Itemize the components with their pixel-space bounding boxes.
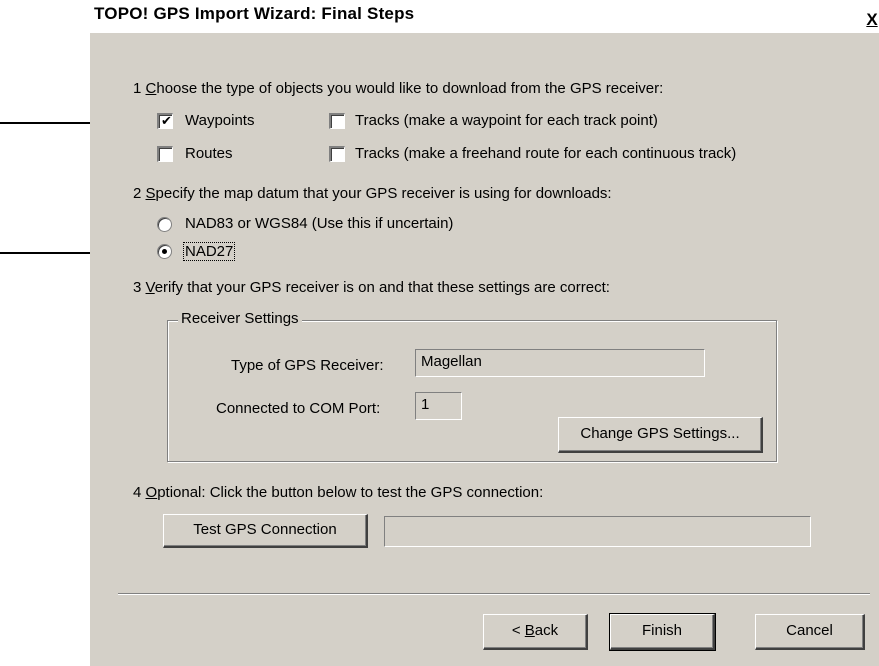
step4-text: ptional: Click the button below to test … [157,484,544,501]
tracks-freehand-checkbox-box[interactable] [329,146,345,162]
step2-text: pecify the map datum that your GPS recei… [155,185,612,202]
step3-text: erify that your GPS receiver is on and t… [154,279,610,296]
back-button[interactable]: < Back [483,614,588,650]
step2-number: 2 [133,185,142,202]
back-prefix: < [511,622,525,639]
step4-number: 4 [133,484,142,501]
cancel-button[interactable]: Cancel [755,614,865,650]
nad27-label[interactable]: NAD27 [183,242,236,261]
footer-separator [118,593,870,595]
test-gps-connection-button[interactable]: Test GPS Connection [163,514,368,548]
step3-number: 3 [133,279,142,296]
tracks-freehand-label[interactable]: Tracks (make a freehand route for each c… [355,145,736,162]
step2-accel: S [145,185,156,202]
waypoints-label[interactable]: Waypoints [185,112,254,129]
step1-number: 1 [133,80,142,97]
back-text: ack [534,622,559,639]
nad83-label[interactable]: NAD83 or WGS84 (Use this if uncertain) [185,215,453,232]
title-bar: TOPO! GPS Import Wizard: Final Steps X [90,0,879,33]
receiver-type-field: Magellan [415,349,705,377]
close-button[interactable]: X [865,10,879,30]
com-port-label: Connected to COM Port: [216,400,381,417]
com-port-field: 1 [415,392,462,420]
receiver-type-label: Type of GPS Receiver: [231,357,384,374]
step1-text: hoose the type of objects you would like… [156,80,664,97]
finish-button[interactable]: Finish [609,613,716,651]
wizard-window: TOPO! GPS Import Wizard: Final Steps X 1… [90,0,879,666]
waypoints-checkbox-box[interactable]: ✔ [157,113,173,129]
radio-selected-dot [162,249,167,254]
step2-heading: 2 Specify the map datum that your GPS re… [133,185,612,202]
routes-label[interactable]: Routes [185,145,233,162]
tracks-waypoint-checkbox-box[interactable] [329,113,345,129]
receiver-settings-title: Receiver Settings [178,310,302,327]
step3-heading: 3 Verify that your GPS receiver is on an… [133,279,610,296]
checkmark-icon: ✔ [161,113,172,128]
step3-accel: V [145,279,155,296]
nad27-radio-button[interactable] [157,244,172,259]
step4-accel: O [145,484,158,501]
back-accel: B [524,622,535,639]
tracks-waypoint-label[interactable]: Tracks (make a waypoint for each track p… [355,112,658,129]
step4-heading: 4 Optional: Click the button below to te… [133,484,543,501]
routes-checkbox-box[interactable] [157,146,173,162]
change-gps-settings-button[interactable]: Change GPS Settings... [558,417,763,453]
window-title: TOPO! GPS Import Wizard: Final Steps [94,4,415,23]
connection-status-field [384,516,811,547]
nad83-radio-button[interactable] [157,217,172,232]
step1-heading: 1 Choose the type of objects you would l… [133,80,663,97]
step1-accel: C [145,80,157,97]
